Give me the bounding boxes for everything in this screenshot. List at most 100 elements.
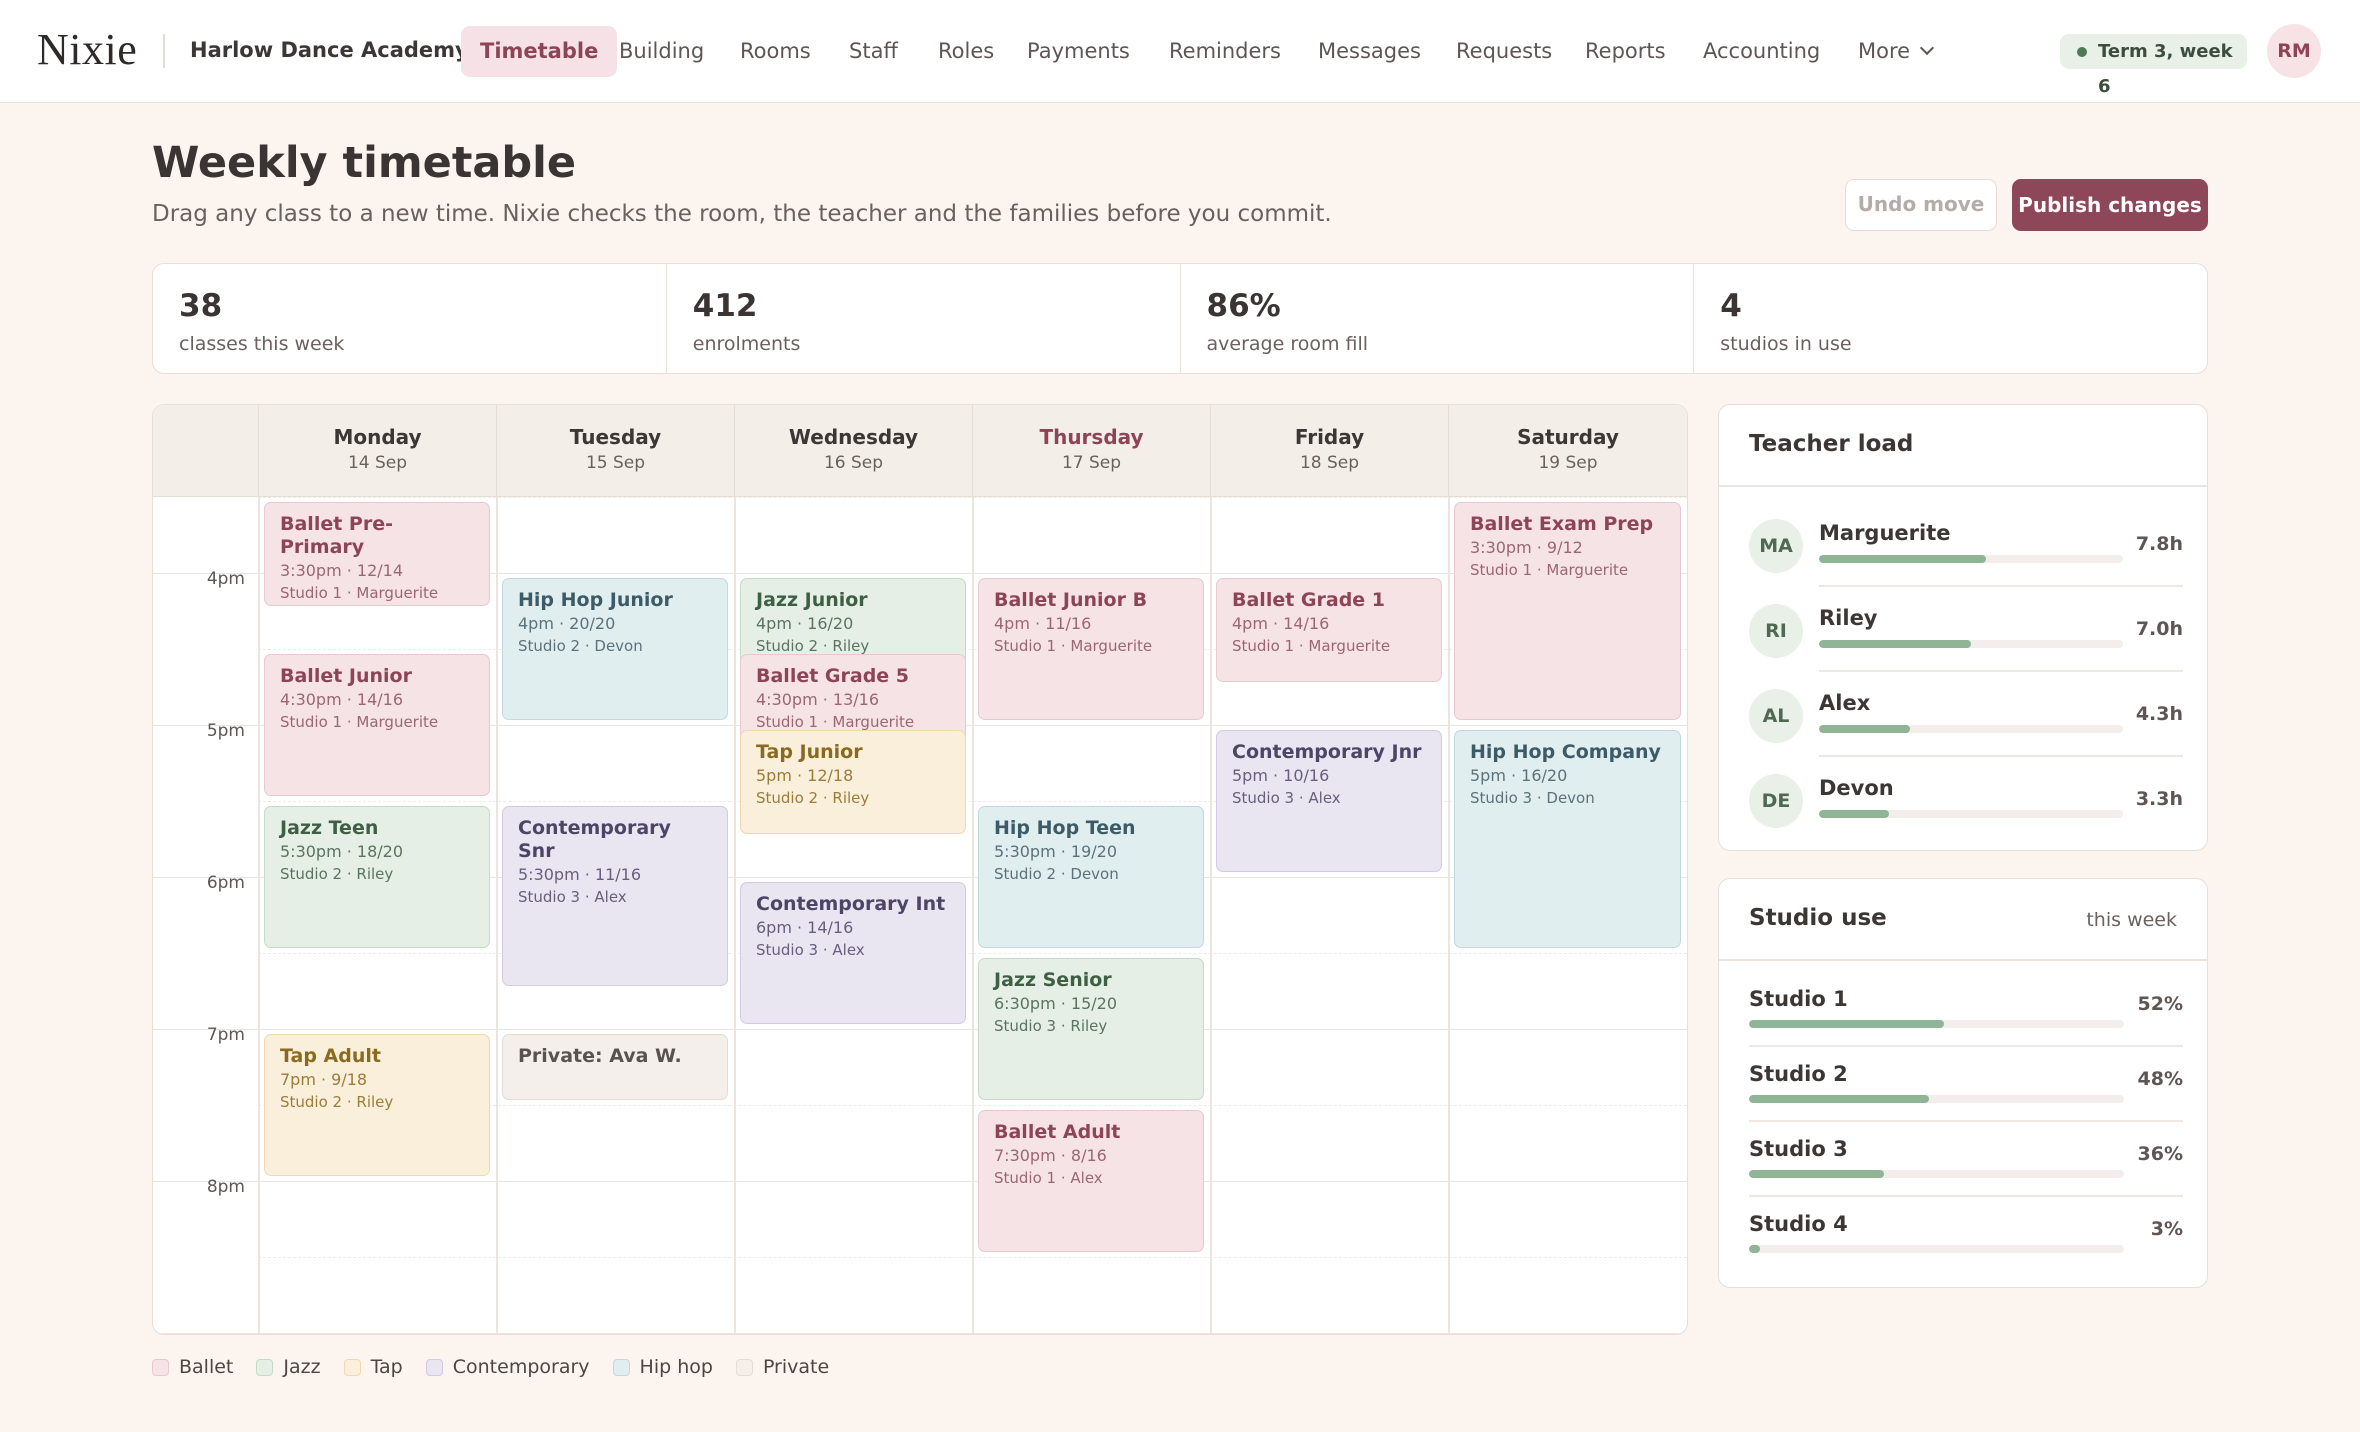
class-block[interactable]: Private: Ava W.: [502, 1034, 728, 1100]
nav-tab-payments[interactable]: Payments: [1008, 26, 1149, 77]
grid-line: [153, 1181, 1687, 1182]
day-name: Monday: [333, 425, 422, 449]
class-block[interactable]: Tap Junior 5pm · 12/18 Studio 2 · Riley: [740, 730, 966, 834]
class-block[interactable]: Hip Hop Teen 5:30pm · 19/20 Studio 2 · Dev…: [978, 806, 1204, 948]
nav-tab-timetable[interactable]: Timetable: [461, 26, 618, 77]
page-subtitle: Drag any class to a new time. Nixie chec…: [152, 201, 1332, 227]
legend-swatch: [735, 1358, 753, 1376]
studio-use-bar: [1749, 1095, 2124, 1103]
studio-use-period: this week: [2086, 909, 2177, 931]
row-divider: [1749, 1120, 2183, 1122]
nav-tab-messages[interactable]: Messages: [1299, 26, 1440, 77]
user-avatar[interactable]: RM: [2267, 24, 2321, 78]
legend-label: Hip hop: [639, 1356, 713, 1378]
class-location: Studio 2 · Riley: [280, 1093, 394, 1111]
teacher-row[interactable]: RI Riley 7.0h: [1749, 590, 2183, 674]
teacher-row[interactable]: AL Alex 4.3h: [1749, 675, 2183, 759]
day-header-friday[interactable]: Friday 18 Sep: [1210, 405, 1448, 497]
nav-divider: [163, 34, 165, 68]
studio-percent: 36%: [2137, 1143, 2183, 1165]
nav-tab-roles[interactable]: Roles: [919, 26, 1013, 77]
day-header-monday[interactable]: Monday 14 Sep: [258, 405, 496, 497]
day-date: 19 Sep: [1538, 453, 1598, 473]
nav-tab-staff[interactable]: Staff: [830, 26, 917, 77]
class-title: Ballet Pre-Primary: [280, 513, 393, 558]
day-name: Thursday: [1039, 425, 1144, 449]
grid-line: [153, 1333, 1687, 1334]
class-block[interactable]: Ballet Pre-Primary 3:30pm · 12/14 Studio 1…: [264, 502, 490, 606]
studio-use-title: Studio use: [1749, 905, 1887, 931]
nav-tab-building[interactable]: Building: [600, 26, 723, 77]
class-block[interactable]: Tap Adult 7pm · 9/18 Studio 2 · Riley: [264, 1034, 490, 1176]
day-name: Tuesday: [569, 425, 662, 449]
class-type-legend: Ballet Jazz Tap Contemporary Hip hop Private: [152, 1356, 852, 1378]
class-meta: 4pm · 14/16: [1232, 614, 1330, 633]
class-block[interactable]: Jazz Teen 5:30pm · 18/20 Studio 2 · Riley: [264, 806, 490, 948]
class-block[interactable]: Ballet Junior 4:30pm · 14/16 Studio 1 · Ma…: [264, 654, 490, 796]
class-title: Ballet Grade 1: [1232, 589, 1386, 611]
teacher-name: Riley: [1819, 606, 1878, 630]
day-header-wednesday[interactable]: Wednesday 16 Sep: [734, 405, 972, 497]
nav-tab-accounting[interactable]: Accounting: [1684, 26, 1839, 77]
publish-changes-button[interactable]: Publish changes: [2012, 179, 2208, 231]
legend-swatch: [256, 1358, 274, 1376]
organisation-name[interactable]: Harlow Dance Academy: [190, 38, 469, 62]
studio-name: Studio 1: [1749, 987, 1848, 1011]
class-block[interactable]: Hip Hop Company 5pm · 16/20 Studio 3 · Dev…: [1454, 730, 1681, 948]
nav-tab-rooms[interactable]: Rooms: [721, 26, 830, 77]
class-block[interactable]: Ballet Grade 1 4pm · 14/16 Studio 1 · Marg…: [1216, 578, 1442, 682]
time-label: 6pm: [206, 873, 245, 893]
stat-room-fill: 86% average room fill: [1181, 264, 1695, 373]
teacher-hours: 7.0h: [2135, 618, 2183, 640]
class-block[interactable]: Hip Hop Junior 4pm · 20/20 Studio 2 · Devo…: [502, 578, 728, 720]
class-location: Studio 2 · Riley: [756, 789, 870, 807]
teacher-hours: 7.8h: [2135, 533, 2183, 555]
class-title: Ballet Exam Prep: [1470, 513, 1654, 535]
row-divider: [1819, 670, 2183, 672]
class-location: Studio 2 · Devon: [518, 637, 643, 655]
class-location: Studio 1 · Alex: [994, 1169, 1103, 1187]
day-header-tuesday[interactable]: Tuesday 15 Sep: [496, 405, 734, 497]
day-header-thursday[interactable]: Thursday 17 Sep: [972, 405, 1210, 497]
class-meta: 3:30pm · 9/12: [1470, 538, 1583, 557]
class-block[interactable]: Contemporary Int 6pm · 14/16 Studio 3 · Al…: [740, 882, 966, 1024]
grid-line: [153, 1029, 1687, 1030]
teacher-hours: 3.3h: [2135, 788, 2183, 810]
legend-item: Contemporary: [425, 1356, 590, 1378]
legend-item: Ballet: [152, 1356, 233, 1378]
class-block[interactable]: Contemporary Snr 5:30pm · 11/16 Studio 3 ·…: [502, 806, 728, 986]
class-block[interactable]: Ballet Adult 7:30pm · 8/16 Studio 1 · Alex: [978, 1110, 1204, 1252]
class-meta: 7:30pm · 8/16: [994, 1146, 1107, 1165]
class-block[interactable]: Ballet Junior B 4pm · 11/16 Studio 1 · Mar…: [978, 578, 1204, 720]
class-block[interactable]: Ballet Exam Prep 3:30pm · 9/12 Studio 1 · …: [1454, 502, 1681, 720]
class-location: Studio 1 · Marguerite: [994, 637, 1153, 655]
class-block[interactable]: Jazz Senior 6:30pm · 15/20 Studio 3 · Rile…: [978, 958, 1204, 1100]
nav-tab-requests[interactable]: Requests: [1437, 26, 1571, 77]
teacher-row[interactable]: MA Marguerite 7.8h: [1749, 505, 2183, 589]
undo-move-button[interactable]: Undo move: [1845, 179, 1997, 231]
class-location: Studio 1 · Marguerite: [280, 584, 439, 602]
teacher-load-panel: Teacher load MA Marguerite 7.8h RI Riley 7.0h…: [1718, 404, 2208, 851]
class-meta: 4:30pm · 14/16: [280, 690, 404, 709]
teacher-name: Marguerite: [1819, 521, 1951, 545]
class-title: Private: Ava W.: [518, 1045, 682, 1067]
class-block[interactable]: Contemporary Jnr 5pm · 10/16 Studio 3 · Al…: [1216, 730, 1442, 872]
studio-row[interactable]: Studio 2 48%: [1749, 1062, 2183, 1136]
studio-row[interactable]: Studio 1 52%: [1749, 987, 2183, 1061]
app-logo[interactable]: Nixie: [37, 24, 137, 75]
nav-more-menu[interactable]: More: [1839, 26, 1951, 77]
studio-row[interactable]: Studio 4 3%: [1749, 1212, 2183, 1286]
row-divider: [1749, 1195, 2183, 1197]
legend-label: Jazz: [283, 1356, 321, 1378]
studio-use-panel: Studio use this week Studio 1 52% Studio 2…: [1718, 878, 2208, 1288]
nav-tab-reports[interactable]: Reports: [1566, 26, 1685, 77]
studio-row[interactable]: Studio 3 36%: [1749, 1137, 2183, 1211]
teacher-row[interactable]: DE Devon 3.3h: [1749, 760, 2183, 844]
grid-column-line: [496, 497, 498, 1334]
term-badge[interactable]: Term 3, week 6: [2060, 34, 2247, 97]
status-dot-icon: [2077, 47, 2087, 57]
nav-tab-reminders[interactable]: Reminders: [1150, 26, 1300, 77]
day-header-saturday[interactable]: Saturday 19 Sep: [1448, 405, 1687, 497]
row-divider: [1749, 1045, 2183, 1047]
teacher-load-bar: [1819, 640, 2123, 648]
